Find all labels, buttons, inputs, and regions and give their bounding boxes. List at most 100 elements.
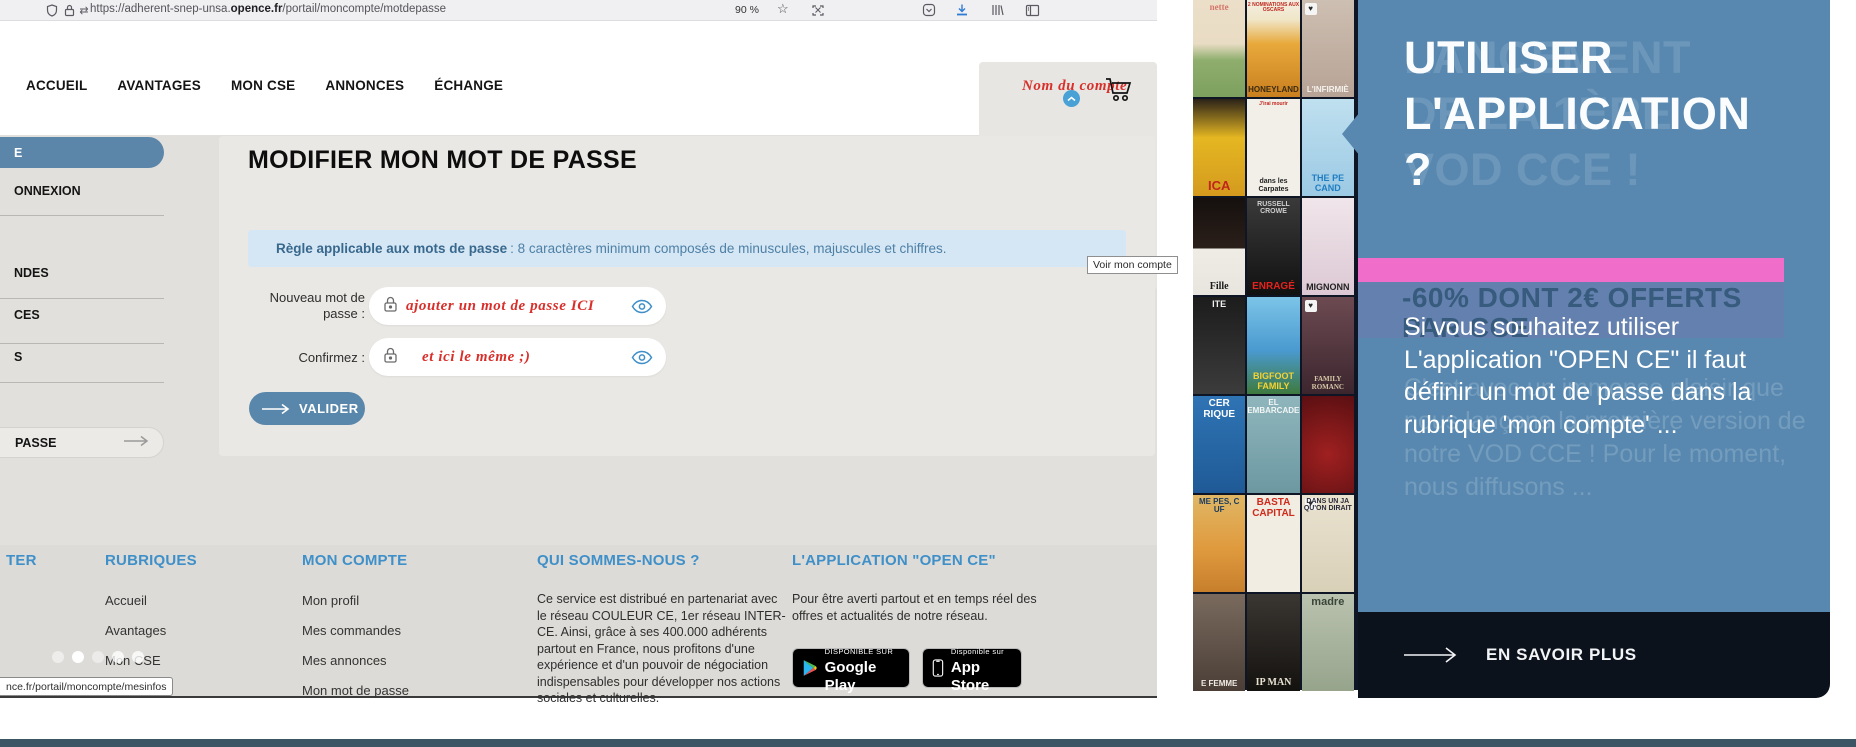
poster-title: HONEYLAND <box>1248 84 1299 94</box>
poster-el-embarcadero[interactable]: EL EMBARCADERO <box>1247 396 1300 493</box>
eye-icon[interactable] <box>631 299 653 314</box>
carousel-dot-2[interactable] <box>72 651 84 663</box>
nav-item-mon-cse[interactable]: MON CSE <box>231 78 295 93</box>
carousel-dot-5[interactable] <box>132 651 144 663</box>
screenshot-icon[interactable] <box>810 2 826 18</box>
favorite-heart-icon: ♥ <box>1304 3 1317 15</box>
sidebar-item-active[interactable]: E <box>0 137 164 168</box>
poster-basta-capital[interactable]: BASTA CAPITAL <box>1247 495 1300 592</box>
zoom-level[interactable]: 90 % <box>735 4 759 16</box>
password-rule-banner: Règle applicable aux mots de passe : 8 c… <box>248 230 1126 267</box>
poster-e-femme[interactable]: E FEMME <box>1193 594 1246 691</box>
footer-link-mon-profil[interactable]: Mon profil <box>302 593 409 608</box>
poster-ica[interactable]: ICA <box>1193 99 1246 196</box>
bottom-window-strip <box>0 739 1856 747</box>
arrow-right-icon <box>1404 647 1457 663</box>
main-nav: ACCUEIL AVANTAGES MON CSE ANNONCES ÉCHANGE <box>26 78 503 93</box>
sidebar-item-fragment[interactable]: CES <box>14 308 40 322</box>
poster-madre[interactable]: madre <box>1301 594 1354 691</box>
nav-item-avantages[interactable]: AVANTAGES <box>117 78 201 93</box>
poster-title: ENRAGÉ <box>1252 280 1295 292</box>
poster-bigfoot-family[interactable]: BIGFOOT FAMILY <box>1247 297 1300 394</box>
new-password-field[interactable]: ajouter un mot de passe ICI <box>369 287 666 325</box>
carousel-dots <box>52 651 144 663</box>
poster-me-pes-c-uf[interactable]: ME PES, C UF <box>1193 495 1246 592</box>
screenshot-root: ⇄ https://adherent-snep-unsa.opence.fr/p… <box>0 0 1856 747</box>
learn-more-button[interactable]: EN SAVOIR PLUS <box>1358 612 1830 698</box>
url-bar[interactable]: https://adherent-snep-unsa.opence.fr/por… <box>90 3 446 15</box>
tracking-shield-icon[interactable] <box>44 2 60 18</box>
poster-fille[interactable]: Fille <box>1193 198 1246 295</box>
footer-heading-about: QUI SOMMES-NOUS ? <box>537 552 700 569</box>
headline-line: ? <box>1404 144 1432 195</box>
url-domain: opence.fr <box>230 3 283 15</box>
sidebar-item-fragment[interactable]: S <box>14 350 22 364</box>
footer-link-accueil[interactable]: Accueil <box>105 593 166 608</box>
learn-more-label: EN SAVOIR PLUS <box>1486 645 1637 664</box>
submit-label: VALIDER <box>299 401 359 416</box>
download-icon[interactable] <box>954 2 970 18</box>
poster-title: MIGNONN <box>1306 281 1350 292</box>
rule-label: Règle applicable aux mots de passe <box>276 241 508 256</box>
nav-item-echange[interactable]: ÉCHANGE <box>434 78 503 93</box>
footer-heading-fragment: TER <box>6 552 37 569</box>
google-play-badge[interactable]: DISPONIBLE SUR Google Play <box>792 647 910 694</box>
password-card: MODIFIER MON MOT DE PASSE Règle applicab… <box>219 136 1155 456</box>
sidebar-toggle-icon[interactable] <box>1024 2 1040 18</box>
poster-nette[interactable]: nette <box>1193 0 1246 97</box>
poster-dans-les-carpates[interactable]: J'irai mourir dans les Carpates <box>1247 99 1300 196</box>
account-tooltip: Voir mon compte <box>1087 256 1178 274</box>
nav-item-accueil[interactable]: ACCUEIL <box>26 78 87 93</box>
poster-mignonn[interactable]: MIGNONN <box>1301 198 1354 295</box>
poster-title: E FEMME <box>1200 678 1238 688</box>
browser-toolbar: ⇄ https://adherent-snep-unsa.opence.fr/p… <box>0 0 1157 21</box>
new-password-value: ajouter un mot de passe ICI <box>406 297 595 314</box>
footer-link-mes-annonces[interactable]: Mes annonces <box>302 653 409 668</box>
cart-icon[interactable] <box>1103 74 1137 109</box>
sidebar-divider <box>0 382 164 383</box>
confirm-password-field[interactable]: et ici le même ;) <box>369 338 666 376</box>
eye-icon[interactable] <box>631 350 653 365</box>
pocket-icon[interactable] <box>921 2 937 18</box>
poster-ite[interactable]: ITE <box>1193 297 1246 394</box>
sidebar-divider <box>0 298 164 299</box>
poster-ip-man[interactable]: IP MAN <box>1247 594 1300 691</box>
poster-cer-rique[interactable]: CER RIQUE <box>1193 396 1246 493</box>
account-name[interactable]: Nom du compte <box>1022 78 1127 95</box>
apple-badge-subtitle: Disponible sur <box>950 647 1005 656</box>
footer-app-text: Pour être averti partout et en temps rée… <box>792 592 1037 623</box>
footer-link-mon-mot-de-passe[interactable]: Mon mot de passe <box>302 683 409 698</box>
carousel-dot-3[interactable] <box>92 651 104 663</box>
poster-family-romanc[interactable]: ♥ FAMILY ROMANC <box>1301 297 1354 394</box>
sidebar-item-fragment[interactable]: NDES <box>14 266 49 280</box>
poster-title: BIGFOOT FAMILY <box>1252 371 1294 391</box>
carousel-dot-4[interactable] <box>112 651 124 663</box>
bookmark-star-icon[interactable]: ☆ <box>777 1 789 17</box>
poster-dans-un-ja-quon-dirait[interactable]: ♥ DANS UN JA QU'ON DIRAIT <box>1301 495 1354 592</box>
paragraph-line: rubrique 'mon compte' ... <box>1404 410 1678 439</box>
sidebar-item-fragment[interactable]: ONNEXION <box>14 184 81 198</box>
footer-link-mes-commandes[interactable]: Mes commandes <box>302 623 409 638</box>
carousel-dot-1[interactable] <box>52 651 64 663</box>
sidebar-password-label: PASSE <box>15 435 57 450</box>
poster-title: ICA <box>1207 178 1231 194</box>
promo-pink-bar <box>1358 258 1784 282</box>
footer-link-avantages[interactable]: Avantages <box>105 623 166 638</box>
poster-linfirmie[interactable]: ♥ L'INFIRMIÈ <box>1301 0 1354 97</box>
lock-icon <box>383 295 398 318</box>
footer-heading-app: L'APPLICATION "OPEN CE" <box>792 552 996 569</box>
paragraph-line: L'application "OPEN CE" il faut <box>1404 345 1747 374</box>
app-store-badge[interactable]: Disponible sur App Store <box>922 647 1022 694</box>
library-icon[interactable] <box>989 2 1005 18</box>
poster-enrage[interactable]: RUSSELL CROWE ENRAGÉ <box>1247 198 1300 295</box>
submit-button[interactable]: VALIDER <box>249 392 365 425</box>
nav-item-annonces[interactable]: ANNONCES <box>325 78 404 93</box>
chevron-left-icon[interactable] <box>1342 112 1360 156</box>
chevron-up-icon[interactable] <box>1063 90 1080 107</box>
sidebar-item-password[interactable]: PASSE <box>0 427 164 458</box>
promo-headline: UTILISER L'APPLICATION? <box>1404 30 1750 198</box>
lock-icon[interactable] <box>61 2 77 18</box>
poster-untitled[interactable] <box>1301 396 1354 493</box>
arrow-right-icon <box>123 435 149 450</box>
poster-honeyland[interactable]: 2 NOMINATIONS AUX OSCARS HONEYLAND <box>1247 0 1300 97</box>
